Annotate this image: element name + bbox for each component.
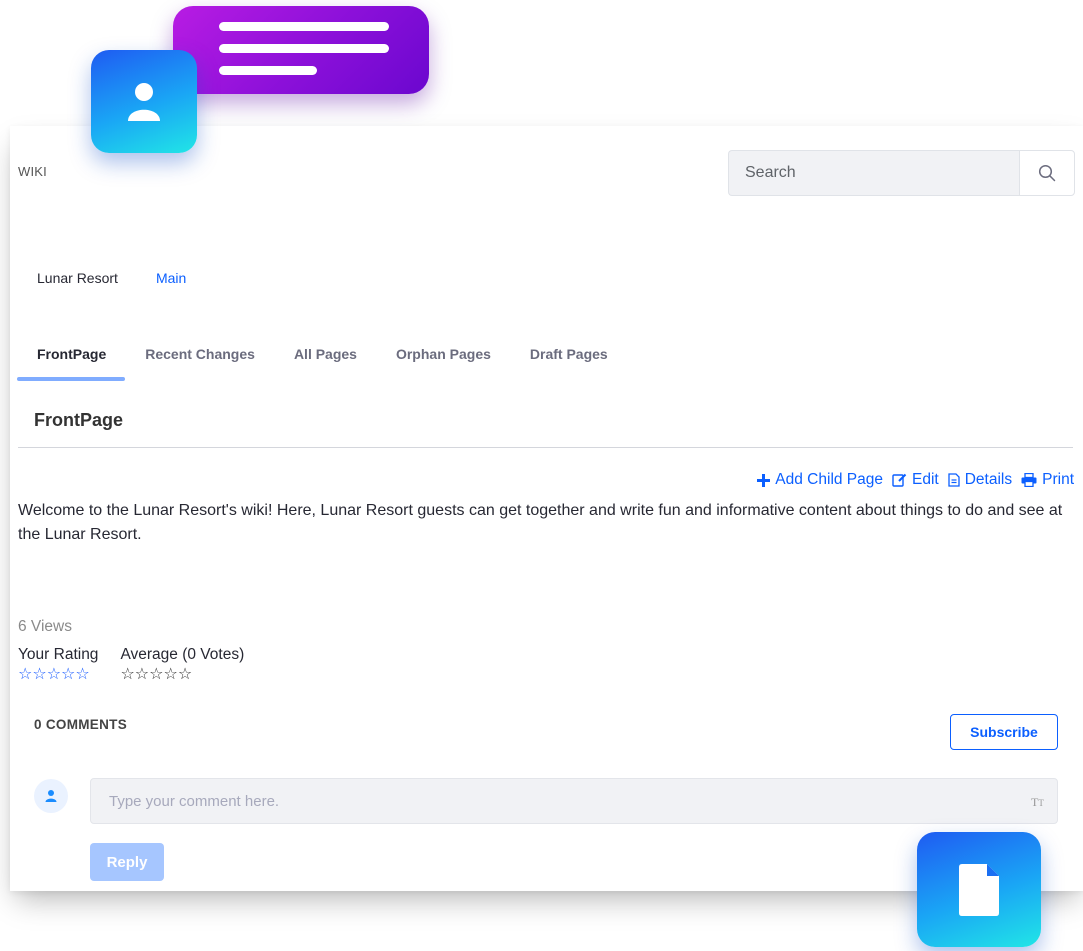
plus-icon bbox=[757, 473, 771, 487]
tab-draft-pages[interactable]: Draft Pages bbox=[510, 343, 627, 381]
page-content: Welcome to the Lunar Resort's wiki! Here… bbox=[18, 502, 1063, 543]
print-label: Print bbox=[1042, 471, 1074, 488]
average-rating-label: Average (0 Votes) bbox=[120, 646, 245, 663]
print-link[interactable]: Print bbox=[1021, 471, 1074, 489]
search-button[interactable] bbox=[1019, 150, 1075, 196]
star-icon: ☆ bbox=[163, 666, 178, 683]
document-tile-icon bbox=[917, 832, 1041, 947]
subscribe-button[interactable]: Subscribe bbox=[950, 714, 1058, 750]
tab-all-pages[interactable]: All Pages bbox=[274, 343, 376, 381]
wiki-panel: WIKI Lunar Resort Main FrontPage Recent … bbox=[10, 126, 1083, 891]
wiki-tabs: FrontPage Recent Changes All Pages Orpha… bbox=[17, 343, 627, 381]
star-icon: ☆ bbox=[177, 666, 193, 683]
document-glyph-icon bbox=[959, 863, 999, 916]
breadcrumb: Lunar Resort Main bbox=[37, 270, 186, 286]
star-icon[interactable]: ☆ bbox=[61, 667, 75, 683]
your-rating-label: Your Rating bbox=[18, 646, 99, 663]
print-icon bbox=[1021, 473, 1037, 487]
page-actions: Add Child Page Edit Details Print bbox=[757, 471, 1074, 489]
user-avatar-glyph bbox=[45, 790, 57, 802]
tab-frontpage[interactable]: FrontPage bbox=[17, 343, 126, 381]
star-icon[interactable]: ☆ bbox=[18, 667, 32, 683]
edit-label: Edit bbox=[912, 471, 939, 488]
average-rating-stars: ☆ ☆ ☆ ☆ ☆ bbox=[120, 667, 244, 683]
page-title: FrontPage bbox=[34, 410, 124, 430]
star-icon[interactable]: ☆ bbox=[75, 667, 89, 683]
text-format-icon[interactable]: TT bbox=[1031, 795, 1044, 810]
star-icon[interactable]: ☆ bbox=[32, 667, 46, 683]
breadcrumb-node[interactable]: Main bbox=[156, 270, 186, 286]
star-icon: ☆ bbox=[120, 666, 135, 683]
add-child-page-link[interactable]: Add Child Page bbox=[757, 471, 883, 489]
average-rating: Average (0 Votes) ☆ ☆ ☆ ☆ ☆ bbox=[120, 646, 244, 683]
search-bar bbox=[728, 150, 1075, 196]
view-count: 6 Views bbox=[18, 618, 72, 635]
add-child-page-label: Add Child Page bbox=[775, 471, 884, 488]
section-label: WIKI bbox=[18, 164, 47, 179]
reply-button[interactable]: Reply bbox=[90, 843, 164, 881]
your-rating-stars: ☆ ☆ ☆ ☆ ☆ bbox=[18, 667, 98, 683]
user-glyph-icon bbox=[128, 82, 160, 121]
details-link[interactable]: Details bbox=[948, 471, 1012, 489]
search-icon bbox=[1038, 164, 1056, 182]
edit-icon bbox=[892, 473, 907, 487]
star-icon[interactable]: ☆ bbox=[47, 667, 61, 683]
chat-bubble-icon bbox=[173, 6, 429, 94]
details-label: Details bbox=[964, 471, 1013, 488]
title-divider bbox=[18, 447, 1073, 448]
star-icon: ☆ bbox=[149, 666, 164, 683]
user-tile-icon bbox=[91, 50, 197, 153]
star-icon: ☆ bbox=[134, 666, 150, 683]
user-avatar-icon bbox=[34, 779, 68, 813]
tab-orphan-pages[interactable]: Orphan Pages bbox=[376, 343, 510, 381]
edit-link[interactable]: Edit bbox=[892, 471, 939, 489]
details-icon bbox=[948, 473, 960, 487]
comments-count: 0 COMMENTS bbox=[34, 717, 128, 732]
search-input[interactable] bbox=[728, 150, 1019, 196]
tab-recent-changes[interactable]: Recent Changes bbox=[125, 343, 274, 381]
your-rating: Your Rating ☆ ☆ ☆ ☆ ☆ bbox=[18, 646, 98, 683]
comment-input[interactable] bbox=[90, 778, 1058, 824]
breadcrumb-site[interactable]: Lunar Resort bbox=[37, 270, 118, 286]
ratings: Your Rating ☆ ☆ ☆ ☆ ☆ Average (0 Votes) … bbox=[18, 646, 244, 683]
